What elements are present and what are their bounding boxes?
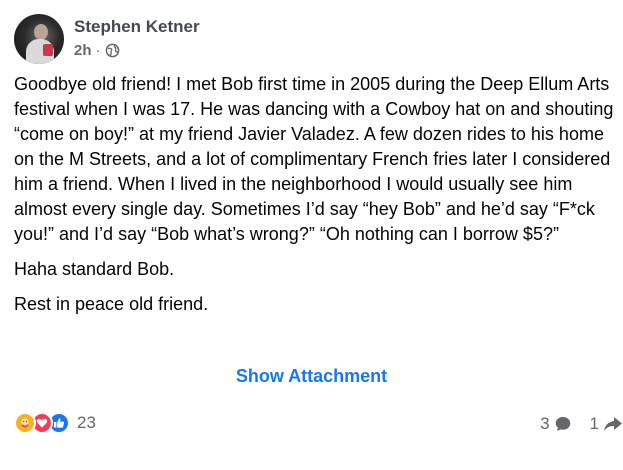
- comments-count-button[interactable]: 3: [540, 414, 571, 434]
- post-header: Stephen Ketner 2h ·: [14, 14, 200, 64]
- post-timestamp[interactable]: 2h: [74, 42, 92, 59]
- share-icon: [604, 417, 622, 431]
- post-paragraph: Haha standard Bob.: [14, 259, 175, 279]
- globe-icon[interactable]: [105, 43, 120, 58]
- post-subline: 2h ·: [74, 42, 200, 59]
- show-attachment-button[interactable]: Show Attachment: [0, 366, 623, 387]
- post-meta: Stephen Ketner 2h ·: [74, 14, 200, 59]
- reactions-summary[interactable]: 23: [14, 412, 96, 434]
- care-icon: [14, 412, 36, 434]
- reaction-count: 23: [77, 413, 96, 432]
- avatar[interactable]: [14, 14, 64, 64]
- avatar-accent: [43, 44, 53, 56]
- post-paragraph: Goodbye old friend! I met Bob first time…: [14, 74, 619, 244]
- share-count: 1: [589, 414, 599, 433]
- post-text: Goodbye old friend! I met Bob first time…: [14, 72, 623, 327]
- shares-count-button[interactable]: 1: [590, 414, 623, 434]
- separator: ·: [95, 42, 101, 59]
- author-name[interactable]: Stephen Ketner: [74, 16, 200, 38]
- comment-icon: [555, 417, 570, 431]
- engagement-counts: 3 1: [540, 414, 623, 434]
- avatar-face: [34, 24, 48, 40]
- post-paragraph: Rest in peace old friend.: [14, 294, 209, 314]
- comment-count: 3: [540, 414, 550, 433]
- post-footer: 23 3 1: [14, 412, 623, 440]
